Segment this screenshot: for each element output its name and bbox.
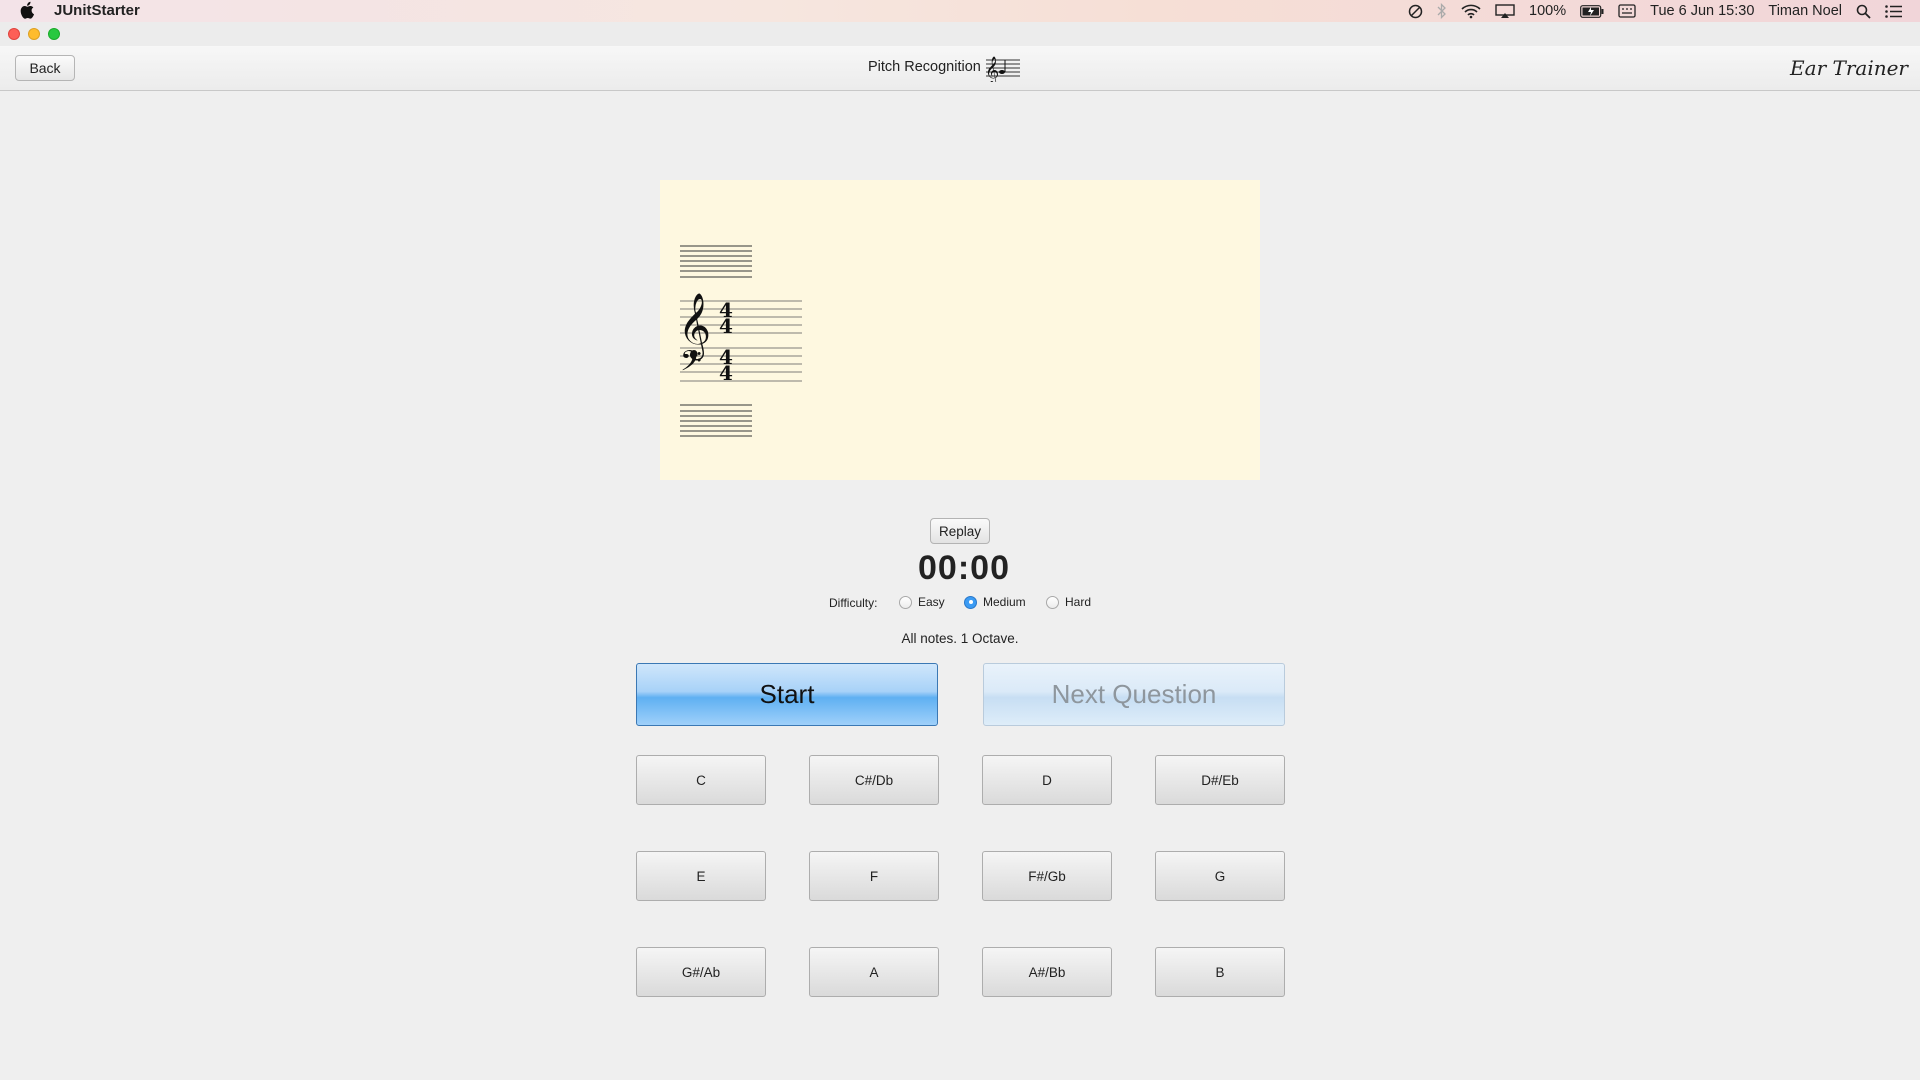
wifi-icon[interactable] bbox=[1461, 4, 1481, 19]
note-button-f-sharp[interactable]: F#/Gb bbox=[982, 851, 1112, 901]
difficulty-label: Difficulty: bbox=[829, 596, 878, 610]
do-not-disturb-icon[interactable] bbox=[1408, 4, 1423, 19]
keyboard-icon[interactable] bbox=[1618, 4, 1636, 18]
bluetooth-icon[interactable] bbox=[1437, 3, 1447, 19]
battery-percentage: 100% bbox=[1529, 3, 1567, 19]
fullscreen-window-button[interactable] bbox=[48, 28, 60, 40]
note-button-g[interactable]: G bbox=[1155, 851, 1285, 901]
apple-logo-icon[interactable] bbox=[20, 1, 36, 19]
radio-label: Medium bbox=[983, 595, 1026, 609]
treble-time-bottom: 4 bbox=[719, 314, 733, 338]
close-window-button[interactable] bbox=[8, 28, 20, 40]
next-question-button[interactable]: Next Question bbox=[983, 663, 1285, 726]
radio-label: Easy bbox=[918, 595, 945, 609]
status-area: 100% Tue 6 Jun 15:30 Timan Noel bbox=[1408, 0, 1902, 22]
ledger-lines-bottom bbox=[680, 404, 752, 437]
note-button-b[interactable]: B bbox=[1155, 947, 1285, 997]
replay-button[interactable]: Replay bbox=[930, 518, 990, 544]
radio-indicator[interactable] bbox=[964, 595, 977, 609]
note-button-a[interactable]: A bbox=[809, 947, 939, 997]
window-titlebar bbox=[0, 22, 1920, 47]
note-button-d[interactable]: D bbox=[982, 755, 1112, 805]
note-button-g-sharp[interactable]: G#/Ab bbox=[636, 947, 766, 997]
note-button-c[interactable]: C bbox=[636, 755, 766, 805]
user-name[interactable]: Timan Noel bbox=[1768, 3, 1842, 19]
minimize-window-button[interactable] bbox=[28, 28, 40, 40]
staff-display: 𝄞 𝄢 4 4 4 4 bbox=[660, 180, 1260, 480]
start-button[interactable]: Start bbox=[636, 663, 938, 726]
clock[interactable]: Tue 6 Jun 15:30 bbox=[1650, 3, 1754, 19]
app-toolbar: Back Pitch Recognition 𝄞 Ear Trainer bbox=[0, 46, 1920, 91]
note-button-f[interactable]: F bbox=[809, 851, 939, 901]
spotlight-icon[interactable] bbox=[1856, 4, 1871, 19]
ledger-lines-top bbox=[680, 245, 752, 278]
difficulty-medium-radio[interactable]: Medium bbox=[964, 595, 1026, 609]
radio-indicator[interactable] bbox=[1046, 595, 1059, 609]
back-button[interactable]: Back bbox=[15, 55, 75, 81]
menu-bar: JUnitStarter 100% Tue 6 Jun 15:30 Timan … bbox=[0, 0, 1920, 22]
page-title: Pitch Recognition bbox=[868, 59, 981, 75]
radio-label: Hard bbox=[1065, 595, 1092, 609]
note-button-d-sharp[interactable]: D#/Eb bbox=[1155, 755, 1285, 805]
bass-clef-icon: 𝄢 bbox=[680, 345, 702, 385]
difficulty-hard-radio[interactable]: Hard bbox=[1046, 595, 1091, 609]
difficulty-easy-radio[interactable]: Easy bbox=[899, 595, 945, 609]
airplay-icon[interactable] bbox=[1495, 3, 1515, 19]
battery-icon[interactable] bbox=[1580, 4, 1604, 18]
notification-center-icon[interactable] bbox=[1885, 4, 1902, 18]
app-brand-logo: Ear Trainer bbox=[1790, 56, 1908, 80]
app-name-menu[interactable]: JUnitStarter bbox=[54, 2, 140, 19]
bass-time-bottom: 4 bbox=[719, 361, 733, 385]
treble-clef-staff-icon: 𝄞 bbox=[985, 56, 1020, 82]
radio-indicator[interactable] bbox=[899, 595, 912, 609]
difficulty-description: All notes. 1 Octave. bbox=[901, 631, 1019, 646]
note-button-e[interactable]: E bbox=[636, 851, 766, 901]
note-button-c-sharp[interactable]: C#/Db bbox=[809, 755, 939, 805]
timer-display: 00:00 bbox=[918, 549, 1010, 587]
svg-text:𝄞: 𝄞 bbox=[985, 56, 999, 82]
note-button-a-sharp[interactable]: A#/Bb bbox=[982, 947, 1112, 997]
